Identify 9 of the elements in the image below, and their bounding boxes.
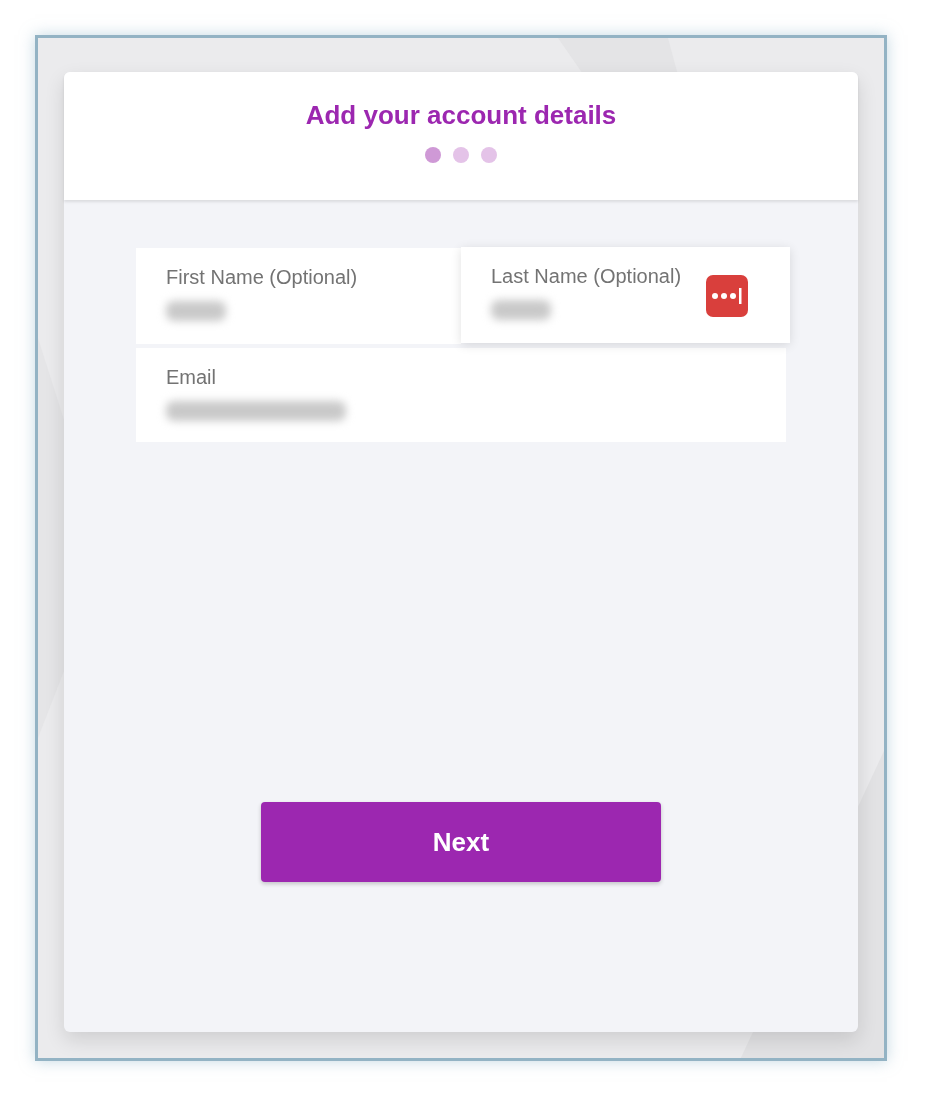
next-button[interactable]: Next — [261, 802, 661, 882]
field-label: Last Name (Optional) — [491, 265, 683, 288]
input-field[interactable]: Email — [136, 348, 786, 442]
input-field[interactable]: Last Name (Optional) — [461, 247, 790, 343]
field-label: First Name (Optional) — [166, 266, 359, 289]
password-manager-icon[interactable] — [706, 275, 748, 317]
page-title: Add your account details — [305, 100, 617, 131]
field-label: Email — [166, 366, 217, 389]
input-field[interactable]: First Name (Optional) — [136, 248, 461, 344]
